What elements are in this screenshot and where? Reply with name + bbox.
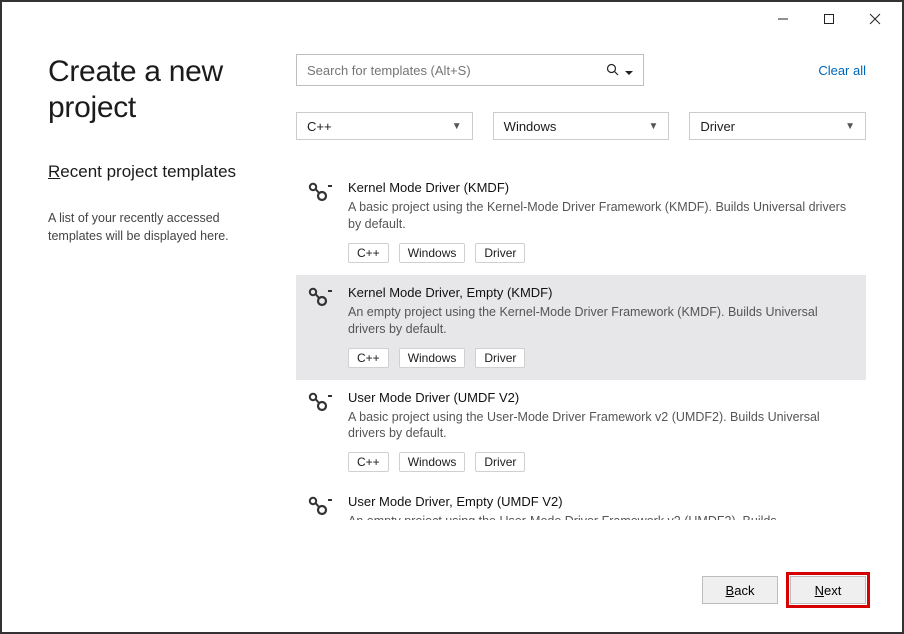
template-body: User Mode Driver, Empty (UMDF V2) An empt… <box>348 494 854 520</box>
recent-templates-desc: A list of your recently accessed templat… <box>48 210 276 245</box>
search-icon[interactable] <box>605 63 621 77</box>
template-tag: Driver <box>475 452 525 472</box>
chevron-down-icon: ▼ <box>452 121 462 132</box>
template-desc: An empty project using the Kernel-Mode D… <box>348 304 854 338</box>
template-tag: Driver <box>475 243 525 263</box>
template-tag: Driver <box>475 348 525 368</box>
template-tag: C++ <box>348 243 389 263</box>
template-item[interactable]: Kernel Mode Driver, Empty (KMDF) An empty… <box>296 275 866 380</box>
template-list: Kernel Mode Driver (KMDF) A basic project… <box>296 170 866 520</box>
template-desc: A basic project using the Kernel-Mode Dr… <box>348 199 854 233</box>
footer-buttons: Back Next <box>702 576 866 604</box>
language-filter-value: C++ <box>307 119 332 134</box>
template-title: Kernel Mode Driver, Empty (KMDF) <box>348 285 854 300</box>
right-column: Clear all C++ ▼ Windows ▼ Driver ▼ Kerne… <box>296 54 866 520</box>
driver-icon <box>308 494 334 520</box>
template-tag: Windows <box>399 243 466 263</box>
template-item[interactable]: User Mode Driver (UMDF V2) A basic projec… <box>296 380 866 485</box>
template-desc: A basic project using the User-Mode Driv… <box>348 409 854 443</box>
platform-filter-value: Windows <box>504 119 557 134</box>
content-area: Create a new project Recent project temp… <box>2 36 902 520</box>
template-body: Kernel Mode Driver, Empty (KMDF) An empty… <box>348 285 854 368</box>
search-row: Clear all <box>296 54 866 86</box>
page-title: Create a new project <box>48 54 276 126</box>
template-body: User Mode Driver (UMDF V2) A basic projec… <box>348 390 854 473</box>
template-tag: C++ <box>348 452 389 472</box>
template-title: Kernel Mode Driver (KMDF) <box>348 180 854 195</box>
close-button[interactable] <box>852 4 898 34</box>
search-dropdown-icon[interactable] <box>625 65 635 75</box>
driver-icon <box>308 285 334 368</box>
project-type-filter[interactable]: Driver ▼ <box>689 112 866 140</box>
template-tags: C++ Windows Driver <box>348 452 854 472</box>
filter-row: C++ ▼ Windows ▼ Driver ▼ <box>296 112 866 140</box>
template-item[interactable]: Kernel Mode Driver (KMDF) A basic project… <box>296 170 866 275</box>
recent-templates-heading: Recent project templates <box>48 162 276 182</box>
template-title: User Mode Driver, Empty (UMDF V2) <box>348 494 854 509</box>
minimize-button[interactable] <box>760 4 806 34</box>
close-icon <box>869 13 881 25</box>
template-tags: C++ Windows Driver <box>348 348 854 368</box>
back-button[interactable]: Back <box>702 576 778 604</box>
chevron-down-icon: ▼ <box>845 121 855 132</box>
left-column: Create a new project Recent project temp… <box>48 54 296 520</box>
minimize-icon <box>777 13 789 25</box>
template-desc: An empty project using the User-Mode Dri… <box>348 513 854 520</box>
template-tag: Windows <box>399 452 466 472</box>
project-type-filter-value: Driver <box>700 119 735 134</box>
template-tag: Windows <box>399 348 466 368</box>
maximize-button[interactable] <box>806 4 852 34</box>
language-filter[interactable]: C++ ▼ <box>296 112 473 140</box>
driver-icon <box>308 390 334 473</box>
search-input[interactable] <box>307 63 605 78</box>
search-box[interactable] <box>296 54 644 86</box>
chevron-down-icon: ▼ <box>648 121 658 132</box>
platform-filter[interactable]: Windows ▼ <box>493 112 670 140</box>
template-body: Kernel Mode Driver (KMDF) A basic project… <box>348 180 854 263</box>
template-item[interactable]: User Mode Driver, Empty (UMDF V2) An empt… <box>296 484 866 520</box>
driver-icon <box>308 180 334 263</box>
template-title: User Mode Driver (UMDF V2) <box>348 390 854 405</box>
template-tag: C++ <box>348 348 389 368</box>
template-tags: C++ Windows Driver <box>348 243 854 263</box>
clear-all-link[interactable]: Clear all <box>818 63 866 78</box>
next-button[interactable]: Next <box>790 576 866 604</box>
titlebar <box>2 2 902 36</box>
maximize-icon <box>823 13 835 25</box>
